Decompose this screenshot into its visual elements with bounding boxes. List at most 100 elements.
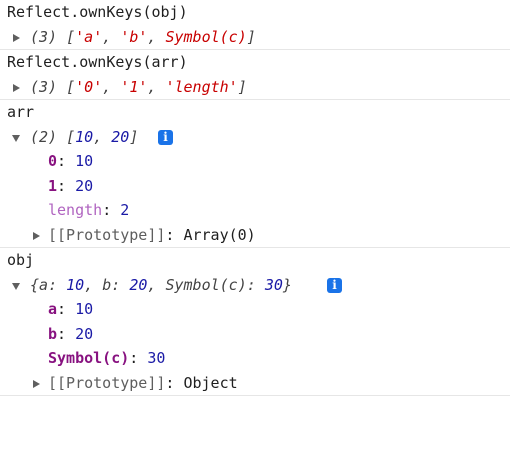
collapse-arrow-down-icon[interactable] — [12, 282, 20, 290]
info-icon[interactable]: i — [158, 129, 173, 145]
array-length: (2) — [30, 127, 58, 146]
console-input-line[interactable]: Reflect.ownKeys(arr) — [0, 50, 510, 75]
array-item: '1' — [120, 77, 148, 96]
array-item: Symbol(c) — [165, 27, 247, 46]
separator: , — [102, 77, 121, 96]
console-result-line[interactable]: (3) ['0', '1', 'length'] — [0, 75, 510, 100]
expand-arrow-right-icon[interactable] — [33, 379, 40, 388]
console-input-text: Reflect.ownKeys(arr) — [7, 53, 188, 71]
preview-value: 20 — [129, 275, 148, 294]
bracket-close: ] — [237, 77, 247, 96]
property-colon: : — [57, 152, 67, 170]
separator: , — [147, 27, 166, 46]
prototype-colon: : — [165, 373, 175, 392]
property-value: 10 — [75, 152, 94, 170]
prototype-row[interactable]: [[Prototype]]: Object — [0, 371, 510, 396]
array-length: (3) — [30, 77, 58, 96]
array-item: 'length' — [165, 77, 238, 96]
expand-arrow-right-icon[interactable] — [33, 231, 40, 240]
property-key: Symbol(c) — [48, 349, 130, 367]
property-key: a — [48, 300, 58, 318]
bracket-open: [ — [66, 27, 76, 46]
array-item: 20 — [111, 127, 130, 146]
console-entry: obj {a: 10, b: 20, Symbol(c): 30} i a: 1… — [0, 248, 510, 396]
array-preview: (2) [10, 20] — [30, 125, 138, 150]
property-row[interactable]: a: 10 — [0, 297, 510, 322]
expand-arrow-right-icon[interactable] — [13, 83, 20, 92]
property: 0: 10 — [48, 149, 93, 174]
console-result-line[interactable]: (2) [10, 20] i — [0, 125, 510, 150]
property-colon: : — [57, 324, 67, 343]
bracket-open: [ — [66, 77, 76, 96]
property-row[interactable]: 0: 10 — [0, 149, 510, 174]
separator: , — [102, 27, 121, 46]
info-icon[interactable]: i — [327, 277, 342, 293]
preview-key: b — [102, 275, 112, 294]
array-item: 10 — [75, 127, 94, 146]
prototype-row[interactable]: [[Prototype]]: Array(0) — [0, 223, 510, 248]
separator: , — [84, 275, 103, 294]
console-input-text: arr — [7, 103, 35, 121]
prototype-key: [[Prototype]] — [48, 225, 166, 244]
console-entry: Reflect.ownKeys(arr) (3) ['0', '1', 'len… — [0, 50, 510, 100]
property-row[interactable]: b: 20 — [0, 322, 510, 347]
console-result-line[interactable]: {a: 10, b: 20, Symbol(c): 30} i — [0, 273, 510, 298]
prototype: [[Prototype]]: Object — [48, 371, 238, 396]
preview-colon: : — [48, 275, 67, 294]
console-input-text: Reflect.ownKeys(obj) — [7, 3, 188, 21]
console-entry: arr (2) [10, 20] i 0: 10 1: 20 length: 2… — [0, 100, 510, 248]
bracket-close: ] — [246, 27, 256, 46]
object-preview: {a: 10, b: 20, Symbol(c): 30} — [30, 273, 292, 298]
separator: , — [147, 77, 166, 96]
brace-open: { — [30, 275, 40, 294]
preview-key: Symbol(c) — [165, 275, 247, 294]
preview-value: 30 — [264, 275, 283, 294]
property: b: 20 — [48, 322, 93, 347]
bracket-close: ] — [129, 127, 139, 146]
property: Symbol(c): 30 — [48, 346, 165, 371]
separator: , — [147, 275, 166, 294]
property-colon: : — [57, 300, 67, 318]
array-length: (3) — [30, 27, 58, 46]
property: 1: 20 — [48, 174, 93, 199]
property-colon: : — [57, 176, 67, 195]
property-key: b — [48, 324, 58, 343]
property-key: length — [48, 201, 103, 219]
array-item: '0' — [75, 77, 103, 96]
prototype-key: [[Prototype]] — [48, 373, 166, 392]
property-value: 30 — [147, 349, 166, 367]
console-panel: Reflect.ownKeys(obj) (3) ['a', 'b', Symb… — [0, 0, 510, 396]
property-value: 20 — [75, 324, 94, 343]
property-value: 10 — [75, 300, 94, 318]
property-row[interactable]: Symbol(c): 30 — [0, 346, 510, 371]
console-result-line[interactable]: (3) ['a', 'b', Symbol(c)] — [0, 25, 510, 50]
property-key: 0 — [48, 152, 58, 170]
console-input-text: obj — [7, 251, 35, 269]
property-value: 2 — [120, 201, 130, 219]
expand-arrow-right-icon[interactable] — [13, 33, 20, 42]
array-item: 'b' — [120, 27, 148, 46]
property: a: 10 — [48, 297, 93, 322]
property-colon: : — [102, 201, 112, 219]
prototype: [[Prototype]]: Array(0) — [48, 223, 256, 248]
property-row[interactable]: 1: 20 — [0, 174, 510, 199]
preview-value: 10 — [66, 275, 85, 294]
brace-close: } — [282, 275, 292, 294]
prototype-colon: : — [165, 225, 175, 244]
preview-colon: : — [111, 275, 130, 294]
prototype-value: Object — [183, 373, 238, 392]
preview-key: a — [39, 275, 49, 294]
property: length: 2 — [48, 198, 129, 223]
preview-colon: : — [246, 275, 265, 294]
array-preview: (3) ['0', '1', 'length'] — [30, 75, 247, 100]
bracket-open: [ — [66, 127, 76, 146]
prototype-value: Array(0) — [183, 225, 256, 244]
console-entry: Reflect.ownKeys(obj) (3) ['a', 'b', Symb… — [0, 0, 510, 50]
collapse-arrow-down-icon[interactable] — [12, 134, 20, 142]
console-input-line[interactable]: obj — [0, 248, 510, 273]
console-input-line[interactable]: Reflect.ownKeys(obj) — [0, 0, 510, 25]
property-row[interactable]: length: 2 — [0, 198, 510, 223]
console-input-line[interactable]: arr — [0, 100, 510, 125]
array-preview: (3) ['a', 'b', Symbol(c)] — [30, 25, 256, 50]
separator: , — [93, 127, 112, 146]
